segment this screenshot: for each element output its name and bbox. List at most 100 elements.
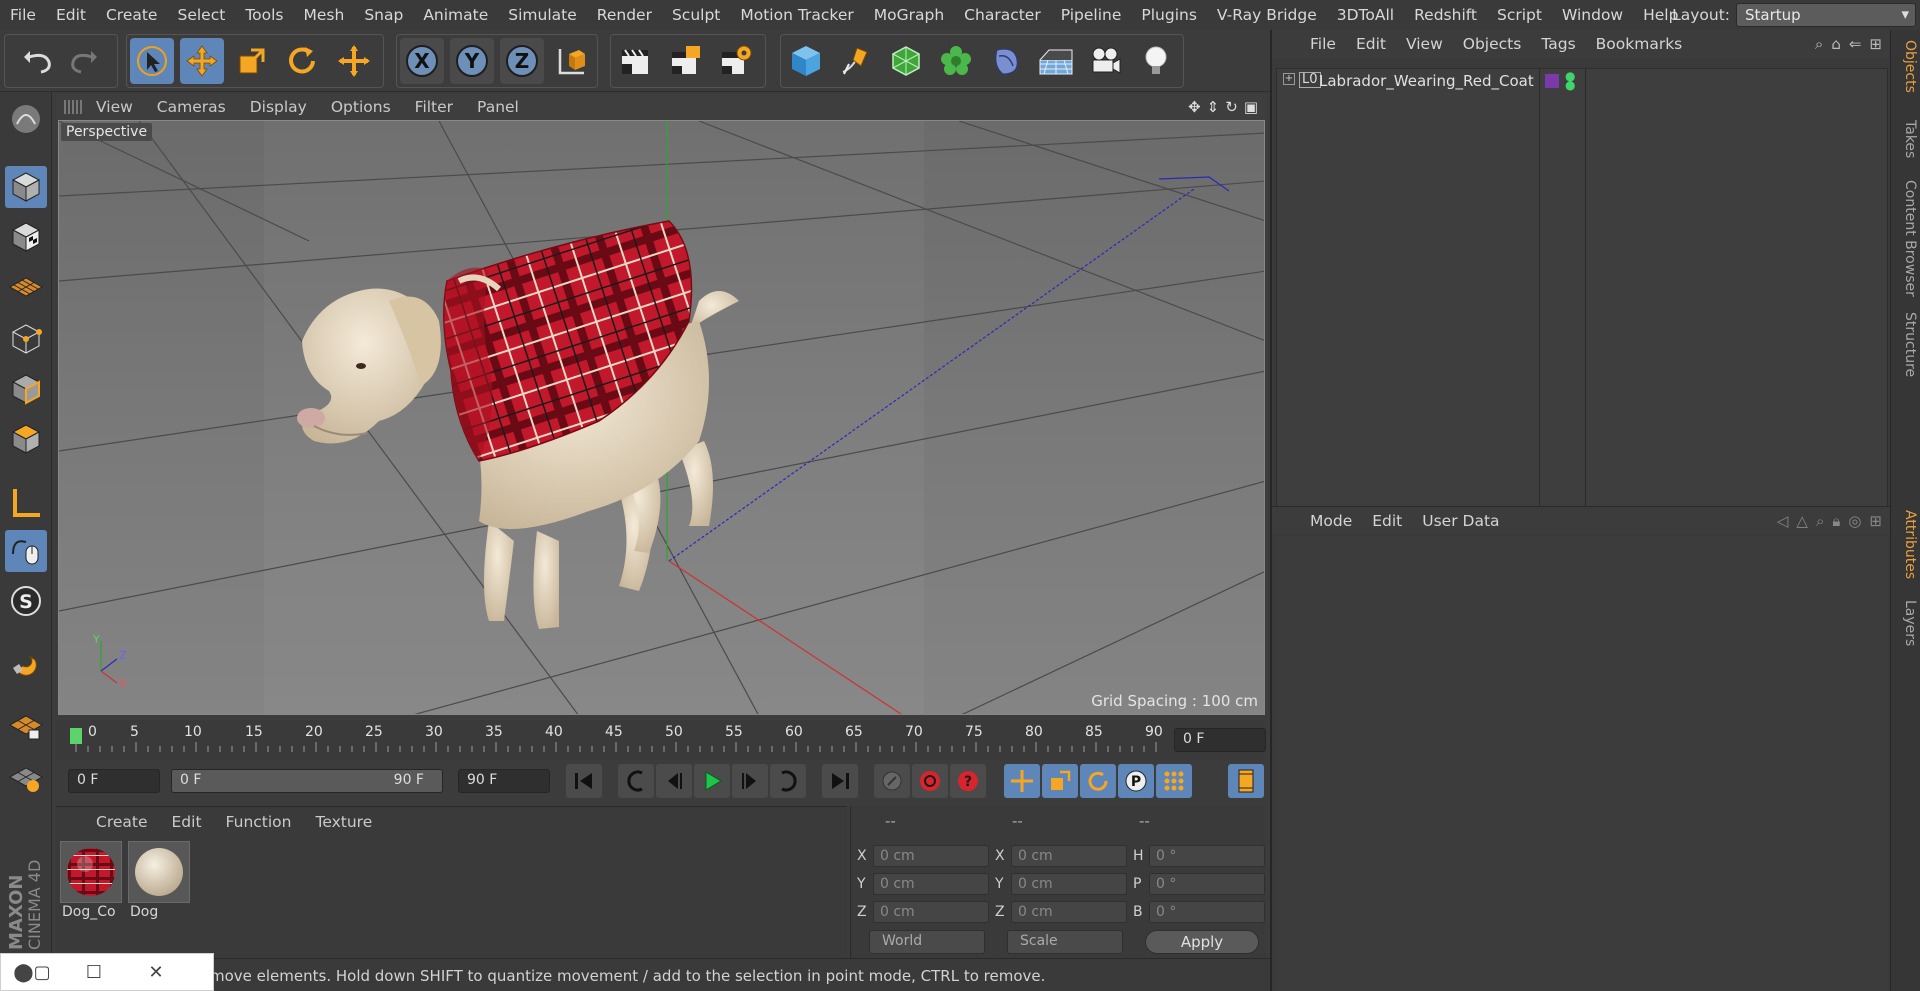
menu-pipeline[interactable]: Pipeline: [1051, 6, 1132, 24]
expand-icon[interactable]: +: [1283, 73, 1295, 85]
live-selection-icon[interactable]: [130, 38, 174, 84]
preview-range-slider[interactable]: 0 F 90 F: [171, 769, 443, 793]
render-settings-icon[interactable]: [714, 38, 758, 84]
start-frame-field[interactable]: 0 F: [68, 769, 160, 793]
tab-objects[interactable]: Objects: [1894, 40, 1918, 93]
menu-mograph[interactable]: MoGraph: [864, 6, 954, 24]
app-icon[interactable]: ⬤▢: [1, 962, 63, 983]
material-menu-create[interactable]: Create: [84, 813, 160, 831]
visibility-dots-icon[interactable]: ● ●: [1565, 70, 1575, 91]
enable-axis-icon[interactable]: [5, 482, 47, 524]
menu-window[interactable]: Window: [1552, 6, 1633, 24]
attr-menu-mode[interactable]: Mode: [1300, 512, 1362, 530]
tab-attributes[interactable]: Attributes: [1894, 510, 1918, 579]
rotate-icon[interactable]: [280, 38, 324, 84]
play-icon[interactable]: [694, 764, 730, 798]
menu-3dtoall[interactable]: 3DToAll: [1327, 6, 1404, 24]
timeline-film-icon[interactable]: [1228, 764, 1264, 798]
go-to-start-icon[interactable]: [566, 764, 602, 798]
search-icon[interactable]: ⌕: [1815, 35, 1823, 53]
menu-snap[interactable]: Snap: [354, 6, 413, 24]
tab-structure[interactable]: Structure: [1894, 312, 1918, 377]
move-icon[interactable]: [180, 38, 224, 84]
obj-menu-edit[interactable]: Edit: [1346, 35, 1396, 53]
viewport-camera-label[interactable]: Perspective: [61, 123, 153, 141]
rotation-p-field[interactable]: 0 °: [1149, 873, 1265, 895]
rotate-view-icon[interactable]: ↻: [1225, 98, 1238, 116]
polygons-mode-icon[interactable]: [5, 418, 47, 460]
viewport-menu-panel[interactable]: Panel: [465, 98, 531, 116]
world-coordinate-icon[interactable]: [550, 38, 594, 84]
previous-key-icon[interactable]: [618, 764, 654, 798]
tab-takes[interactable]: Takes: [1894, 120, 1918, 158]
menu-file[interactable]: File: [0, 6, 46, 24]
tab-layers[interactable]: Layers: [1894, 600, 1918, 646]
viewport-menu-view[interactable]: View: [84, 98, 145, 116]
rotation-b-field[interactable]: 0 °: [1149, 901, 1265, 923]
up-arrow-icon[interactable]: △: [1796, 512, 1808, 530]
key-rotation-icon[interactable]: [1080, 764, 1116, 798]
object-row[interactable]: + L0 Labrador_Wearing_Red_Coat ● ●: [1277, 69, 1889, 93]
pan-view-icon[interactable]: ✥: [1188, 98, 1201, 116]
obj-menu-view[interactable]: View: [1396, 35, 1453, 53]
menu-redshift[interactable]: Redshift: [1404, 6, 1487, 24]
menu-character[interactable]: Character: [954, 6, 1051, 24]
scale-icon[interactable]: [230, 38, 274, 84]
size-y-field[interactable]: 0 cm: [1011, 873, 1127, 895]
pen-icon[interactable]: [834, 38, 878, 84]
menu-script[interactable]: Script: [1487, 6, 1552, 24]
maximize-view-icon[interactable]: ▣: [1244, 98, 1258, 116]
perspective-viewport[interactable]: Y Z X Perspective Grid Spacing : 100 cm: [58, 120, 1265, 715]
render-view-icon[interactable]: [614, 38, 658, 84]
deformer-icon[interactable]: [984, 38, 1028, 84]
make-editable-icon[interactable]: [5, 98, 47, 140]
position-x-field[interactable]: 0 cm: [873, 845, 989, 867]
key-position-icon[interactable]: [1004, 764, 1040, 798]
obj-menu-objects[interactable]: Objects: [1453, 35, 1532, 53]
planar-workplane-icon[interactable]: [5, 756, 47, 798]
material-menu-texture[interactable]: Texture: [303, 813, 384, 831]
key-scale-icon[interactable]: [1042, 764, 1078, 798]
size-mode-dropdown[interactable]: Scale: [1007, 930, 1123, 954]
light-icon[interactable]: [1134, 38, 1178, 84]
record-disabled-icon[interactable]: [874, 764, 910, 798]
object-list[interactable]: + L0 Labrador_Wearing_Red_Coat ● ●: [1276, 68, 1889, 525]
back-arrow-icon[interactable]: ◁: [1777, 512, 1789, 530]
menu-mesh[interactable]: Mesh: [294, 6, 355, 24]
locked-workplane-icon[interactable]: [5, 704, 47, 746]
viewport-menu-display[interactable]: Display: [238, 98, 319, 116]
menu-animate[interactable]: Animate: [413, 6, 498, 24]
rotation-h-field[interactable]: 0 °: [1149, 845, 1265, 867]
target-icon[interactable]: ◎: [1848, 512, 1861, 530]
material-item[interactable]: Dog: [128, 841, 190, 920]
home-icon[interactable]: ⌂: [1831, 35, 1841, 53]
dolly-view-icon[interactable]: ⇕: [1207, 98, 1220, 116]
end-frame-field[interactable]: 90 F: [458, 769, 550, 793]
layout-dropdown[interactable]: Startup: [1736, 3, 1916, 27]
menu-render[interactable]: Render: [587, 6, 662, 24]
viewport-menu-options[interactable]: Options: [319, 98, 403, 116]
current-frame-field[interactable]: 0 F: [1174, 728, 1266, 752]
subdivision-icon[interactable]: [884, 38, 928, 84]
apply-button[interactable]: Apply: [1145, 930, 1259, 954]
position-z-field[interactable]: 0 cm: [873, 901, 989, 923]
coordinate-system-dropdown[interactable]: World: [869, 930, 985, 954]
attr-menu-user-data[interactable]: User Data: [1412, 512, 1509, 530]
next-key-icon[interactable]: [770, 764, 806, 798]
object-name[interactable]: Labrador_Wearing_Red_Coat: [1319, 72, 1534, 90]
tweak-mode-icon[interactable]: [5, 530, 47, 572]
viewport-menu-cameras[interactable]: Cameras: [145, 98, 238, 116]
menu-select[interactable]: Select: [167, 6, 235, 24]
menu-plugins[interactable]: Plugins: [1131, 6, 1207, 24]
material-menu-edit[interactable]: Edit: [160, 813, 214, 831]
search-icon[interactable]: ⌕: [1816, 512, 1824, 530]
go-to-end-icon[interactable]: [822, 764, 858, 798]
workplane-icon[interactable]: [5, 266, 47, 308]
keyframe-selection-icon[interactable]: ?: [950, 764, 986, 798]
material-menu-function[interactable]: Function: [214, 813, 304, 831]
maximize-icon[interactable]: ☐: [63, 962, 125, 983]
menu-create[interactable]: Create: [96, 6, 168, 24]
close-icon[interactable]: ✕: [125, 962, 187, 983]
lock-icon[interactable]: 🔒︎: [1832, 512, 1840, 530]
cloner-icon[interactable]: [934, 38, 978, 84]
